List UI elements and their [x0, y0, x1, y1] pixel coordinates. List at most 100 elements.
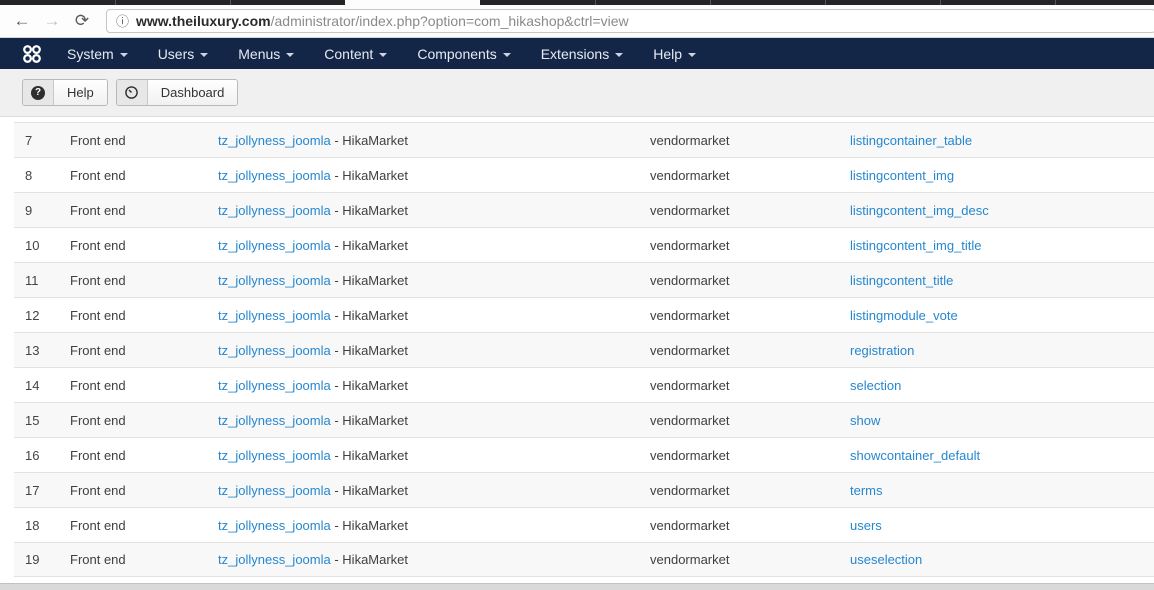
- chevron-down-icon: [379, 52, 388, 57]
- tab-divider: [595, 0, 596, 5]
- tab-divider: [825, 0, 826, 5]
- view-file-link[interactable]: listingcontent_img: [850, 168, 954, 183]
- page-info-icon[interactable]: ⓘ: [116, 15, 129, 28]
- menu-users[interactable]: Users: [143, 38, 224, 69]
- menu-components[interactable]: Components: [402, 38, 525, 69]
- template-link[interactable]: tz_jollyness_joomla: [218, 448, 331, 463]
- template-link[interactable]: tz_jollyness_joomla: [218, 273, 331, 288]
- browser-tab-strip[interactable]: [0, 0, 1154, 5]
- menu-name: vendormarket: [650, 517, 730, 533]
- view-type: Front end: [70, 132, 126, 148]
- forward-icon[interactable]: →: [40, 9, 64, 33]
- template-link[interactable]: tz_jollyness_joomla: [218, 133, 331, 148]
- row-number: 9: [25, 202, 33, 218]
- menu-name: vendormarket: [650, 167, 730, 183]
- menu-label: Content: [324, 45, 374, 62]
- template-link[interactable]: tz_jollyness_joomla: [218, 203, 331, 218]
- template-suffix: - HikaMarket: [330, 167, 409, 183]
- tab-divider: [710, 0, 711, 5]
- row-number: 19: [25, 552, 40, 567]
- view-file-link[interactable]: useselection: [850, 552, 922, 567]
- view-file-link[interactable]: terms: [850, 483, 883, 498]
- active-browser-tab[interactable]: [345, 0, 480, 5]
- browser-toolbar: ← → ⟳ ⓘ www.theiluxury.com/administrator…: [0, 5, 1154, 38]
- template-cell: tz_jollyness_joomla - HikaMarket: [218, 308, 650, 323]
- template-link[interactable]: tz_jollyness_joomla: [218, 238, 331, 253]
- row-number: 13: [25, 342, 40, 358]
- back-icon[interactable]: ←: [10, 9, 34, 33]
- view-file-link[interactable]: showcontainer_default: [850, 448, 980, 463]
- view-file-link[interactable]: selection: [850, 378, 901, 393]
- menu-name: vendormarket: [650, 307, 730, 323]
- template-link[interactable]: tz_jollyness_joomla: [218, 168, 331, 183]
- menu-name: vendormarket: [650, 482, 730, 498]
- menu-content[interactable]: Content: [309, 38, 402, 69]
- template-link[interactable]: tz_jollyness_joomla: [218, 552, 331, 567]
- gauge-icon: [125, 86, 139, 99]
- menu-extensions[interactable]: Extensions: [526, 38, 638, 69]
- view-type: Front end: [70, 377, 126, 393]
- menu-label: Help: [653, 45, 682, 62]
- template-link[interactable]: tz_jollyness_joomla: [218, 518, 331, 533]
- joomla-logo-icon: [23, 44, 41, 63]
- row-number: 16: [25, 447, 40, 463]
- template-cell: tz_jollyness_joomla - HikaMarket: [218, 203, 650, 218]
- chevron-down-icon: [200, 52, 209, 57]
- template-cell: tz_jollyness_joomla - HikaMarket: [218, 238, 650, 253]
- view-type: Front end: [70, 167, 126, 183]
- help-glyph: ?: [31, 85, 45, 100]
- joomla-toolbar: ? Help Dashboard: [0, 69, 1154, 117]
- menu-label: Users: [157, 45, 195, 62]
- template-suffix: - HikaMarket: [330, 412, 409, 428]
- view-file-link[interactable]: registration: [850, 343, 914, 358]
- view-file-link[interactable]: listingcontent_title: [850, 273, 953, 288]
- table-row: 19 Front end tz_jollyness_joomla - HikaM…: [14, 542, 1154, 577]
- view-type: Front end: [70, 447, 126, 463]
- view-type: Front end: [70, 517, 126, 533]
- view-file-link[interactable]: users: [850, 518, 882, 533]
- menu-name: vendormarket: [650, 342, 730, 358]
- table-row: 11 Front end tz_jollyness_joomla - HikaM…: [14, 262, 1154, 297]
- row-number: 17: [25, 482, 40, 498]
- content-area: 7 Front end tz_jollyness_joomla - HikaMa…: [0, 117, 1154, 577]
- menu-name: vendormarket: [650, 202, 730, 218]
- template-cell: tz_jollyness_joomla - HikaMarket: [218, 378, 650, 393]
- reload-icon[interactable]: ⟳: [70, 9, 94, 33]
- menu-name: vendormarket: [650, 377, 730, 393]
- template-link[interactable]: tz_jollyness_joomla: [218, 378, 331, 393]
- file-cell: terms: [850, 483, 1154, 498]
- view-type: Front end: [70, 342, 126, 358]
- view-file-link[interactable]: listingcontent_img_desc: [850, 203, 989, 218]
- view-file-link[interactable]: show: [850, 413, 880, 428]
- dashboard-icon: [116, 80, 148, 105]
- view-file-link[interactable]: listingcontent_img_title: [850, 238, 982, 253]
- url-bar[interactable]: ⓘ www.theiluxury.com/administrator/index…: [106, 9, 1154, 33]
- table-row: 9 Front end tz_jollyness_joomla - HikaMa…: [14, 192, 1154, 227]
- tab-divider: [115, 0, 116, 5]
- table-row: 16 Front end tz_jollyness_joomla - HikaM…: [14, 437, 1154, 472]
- help-button-label: Help: [54, 80, 107, 105]
- template-link[interactable]: tz_jollyness_joomla: [218, 483, 331, 498]
- admin-navbar: System Users Menus Content Components Ex…: [0, 38, 1154, 69]
- template-link[interactable]: tz_jollyness_joomla: [218, 308, 331, 323]
- file-cell: selection: [850, 378, 1154, 393]
- table-row: 12 Front end tz_jollyness_joomla - HikaM…: [14, 297, 1154, 332]
- menu-label: Components: [417, 45, 497, 62]
- row-number: 12: [25, 307, 40, 323]
- menu-help[interactable]: Help: [638, 38, 711, 69]
- menu-menus[interactable]: Menus: [223, 38, 309, 69]
- menu-name: vendormarket: [650, 272, 730, 288]
- chevron-down-icon: [688, 52, 696, 57]
- help-button[interactable]: ? Help: [22, 79, 108, 106]
- view-file-link[interactable]: listingmodule_vote: [850, 308, 958, 323]
- template-cell: tz_jollyness_joomla - HikaMarket: [218, 448, 650, 463]
- file-cell: listingcontainer_table: [850, 133, 1154, 148]
- template-link[interactable]: tz_jollyness_joomla: [218, 413, 331, 428]
- menu-system[interactable]: System: [52, 38, 143, 69]
- template-link[interactable]: tz_jollyness_joomla: [218, 343, 331, 358]
- template-suffix: - HikaMarket: [330, 342, 409, 358]
- dashboard-button-label: Dashboard: [147, 80, 238, 105]
- row-number: 7: [25, 132, 33, 148]
- view-file-link[interactable]: listingcontainer_table: [850, 133, 972, 148]
- dashboard-button[interactable]: Dashboard: [115, 79, 239, 106]
